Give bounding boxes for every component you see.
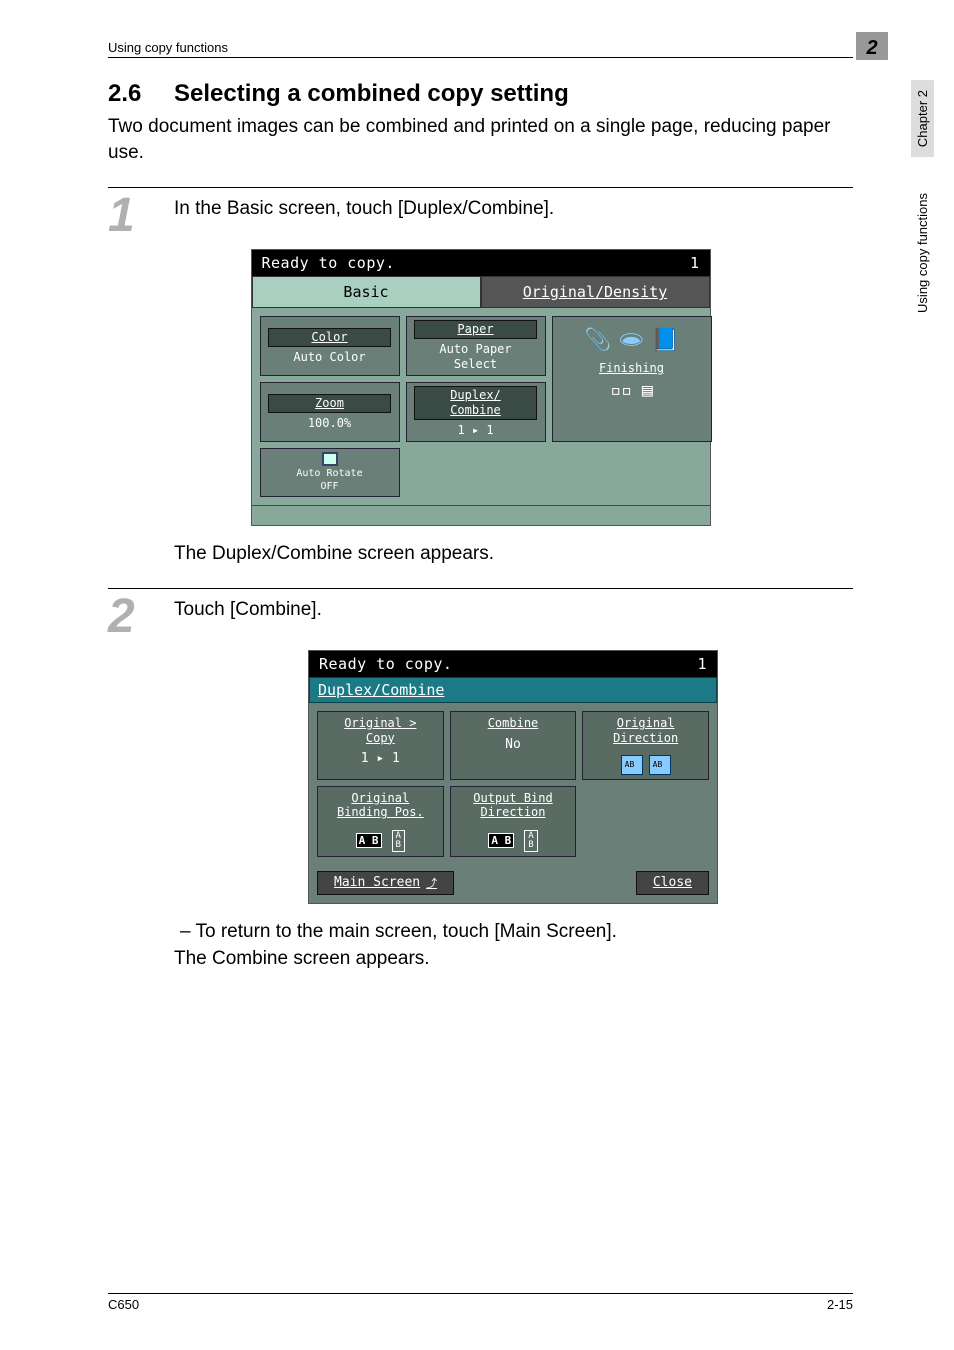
original-binding-label: Original Binding Pos. — [337, 791, 424, 820]
paper-button[interactable]: Paper Auto Paper Select — [406, 316, 546, 376]
original-binding-button[interactable]: Original Binding Pos. A B AB — [317, 786, 444, 857]
basic-screen-panel: Ready to copy. 1 Basic Original/Density … — [251, 249, 711, 526]
original-direction-button[interactable]: Original Direction — [582, 711, 709, 780]
color-button[interactable]: Color Auto Color — [260, 316, 400, 376]
orig-dir-icon-1 — [621, 755, 643, 775]
duplex-label: Duplex/ Combine — [414, 386, 537, 420]
output-bind-label: Output Bind Direction — [473, 791, 552, 820]
screen1-counter: 1 — [690, 254, 700, 272]
auto-rotate-label: Auto Rotate OFF — [296, 468, 362, 493]
color-label: Color — [268, 328, 391, 347]
finishing-label: Finishing — [599, 361, 664, 376]
auto-rotate-button[interactable]: Auto Rotate OFF — [260, 448, 400, 497]
punch-icon: 🕳 — [618, 327, 646, 355]
tab-basic[interactable]: Basic — [252, 276, 481, 308]
step-1-result: The Duplex/Combine screen appears. — [174, 540, 853, 568]
section-title: 2.6Selecting a combined copy setting — [108, 80, 853, 108]
section-heading-text: Selecting a combined copy setting — [174, 80, 569, 107]
ab-stack-icon-2: AB — [524, 830, 537, 852]
ab-icon-2: A B — [488, 833, 514, 848]
staple-icon: 📎 — [584, 327, 611, 355]
screen2-counter: 1 — [697, 655, 707, 673]
zoom-button[interactable]: Zoom 100.0% — [260, 382, 400, 442]
empty-cell — [582, 786, 709, 857]
footer-page: 2-15 — [827, 1297, 853, 1312]
output-bind-button[interactable]: Output Bind Direction A B AB — [450, 786, 577, 857]
section-number: 2.6 — [108, 80, 174, 108]
original-copy-button[interactable]: Original > Copy 1 ▸ 1 — [317, 711, 444, 780]
step-2-number: 2 — [108, 595, 174, 638]
step-2-text: Touch [Combine]. — [174, 595, 853, 638]
close-button[interactable]: Close — [636, 871, 709, 895]
screen-icon — [322, 452, 338, 466]
screen2-title: Duplex/Combine — [309, 677, 717, 703]
screen2-status: Ready to copy. — [319, 655, 452, 673]
ab-stack-icon: AB — [392, 830, 405, 852]
original-copy-label: Original > Copy — [344, 716, 416, 745]
side-chapter-label: Chapter 2 — [911, 80, 934, 157]
main-screen-label: Main Screen — [334, 875, 420, 890]
ab-icon: A B — [356, 833, 382, 848]
zoom-value: 100.0% — [308, 416, 351, 431]
side-section-label: Using copy functions — [913, 187, 932, 319]
intro-paragraph: Two document images can be combined and … — [108, 114, 853, 165]
combine-label: Combine — [488, 716, 539, 730]
step-2-result: The Combine screen appears. — [174, 945, 853, 973]
color-value: Auto Color — [293, 350, 365, 365]
orig-dir-icon-2 — [649, 755, 671, 775]
original-copy-value: 1 ▸ 1 — [361, 751, 400, 767]
finishing-button[interactable]: 📎 🕳 📘 Finishing ▫▫ ▤ — [552, 316, 712, 442]
footer-model: C650 — [108, 1297, 139, 1312]
header-section: Using copy functions — [108, 40, 228, 55]
fold-icon: 📘 — [651, 327, 678, 355]
main-screen-button[interactable]: Main Screen ⤴ — [317, 871, 454, 895]
duplex-combine-screen-panel: Ready to copy. 1 Duplex/Combine Original… — [308, 650, 718, 904]
step-1-number: 1 — [108, 194, 174, 237]
screen1-bottom-strip — [252, 505, 710, 525]
paper-value: Auto Paper Select — [439, 342, 511, 372]
finishing-sub-icon-2: ▤ — [642, 380, 653, 403]
chapter-tab: 2 — [856, 32, 888, 60]
paper-label: Paper — [414, 320, 537, 339]
zoom-label: Zoom — [268, 394, 391, 413]
duplex-combine-button[interactable]: Duplex/ Combine 1 ▸ 1 — [406, 382, 546, 442]
original-direction-label: Original Direction — [613, 716, 678, 745]
combine-button[interactable]: Combine No — [450, 711, 577, 780]
screen1-status: Ready to copy. — [262, 254, 395, 272]
step-1-text: In the Basic screen, touch [Duplex/Combi… — [174, 194, 853, 237]
tab-original-density[interactable]: Original/Density — [481, 276, 710, 308]
return-arrow-icon: ⤴ — [426, 875, 437, 891]
finishing-sub-icon-1: ▫▫ — [610, 380, 632, 403]
step-2-sub: – To return to the main screen, touch [M… — [180, 918, 853, 946]
combine-value: No — [505, 737, 521, 753]
duplex-value: 1 ▸ 1 — [457, 423, 493, 438]
